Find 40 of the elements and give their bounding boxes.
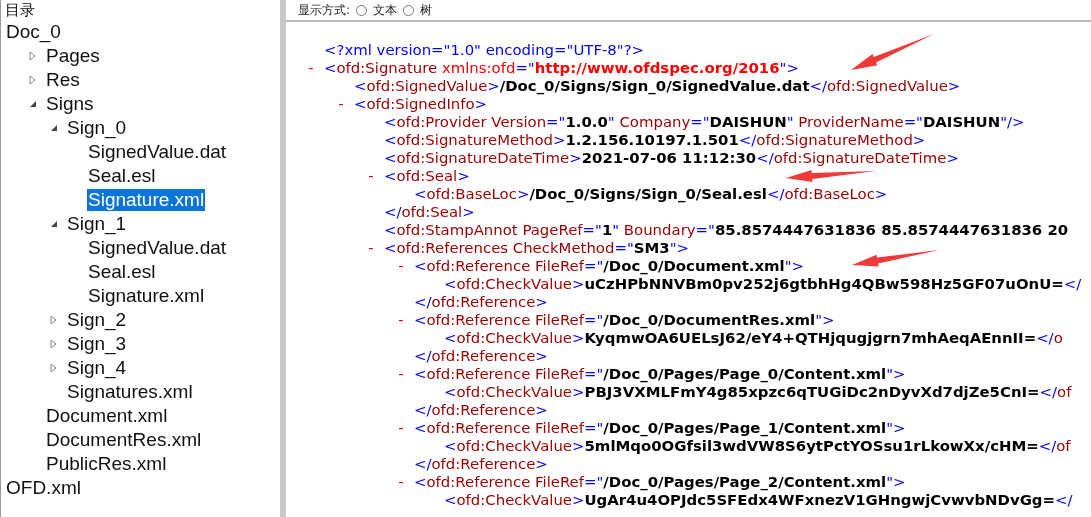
tree-item[interactable]: Sign_4 bbox=[66, 357, 128, 379]
collapse-toggle[interactable]: - bbox=[388, 416, 414, 440]
panel-title: 目录 bbox=[5, 0, 36, 20]
xml-line: <ofd:CheckValue>UgAr4u4OPJdc5SFEdx4WFxnezV1GHngwjCvwvbNDvGg=</ bbox=[444, 490, 1073, 511]
tree-item[interactable]: Signatures.xml bbox=[66, 381, 194, 403]
tree-item[interactable]: Document.xml bbox=[45, 405, 169, 427]
collapse-toggle[interactable]: - bbox=[358, 236, 384, 260]
xml-line: <?xml version="1.0" encoding="UTF-8"?> bbox=[324, 39, 645, 61]
tree-item[interactable]: Res bbox=[45, 69, 81, 91]
xml-line: <ofd:Signature xmlns:ofd="http://www.ofdspec.org/2016"> bbox=[324, 58, 799, 79]
tree-item[interactable]: DocumentRes.xml bbox=[45, 429, 203, 451]
radio-label[interactable]: 文本 bbox=[373, 1, 398, 19]
tree-item[interactable]: Seal.esl bbox=[87, 261, 157, 283]
xml-line: <ofd:SignedValue>/Doc_0/Signs/Sign_0/SignedValue.dat</ofd:SignedValue> bbox=[354, 76, 961, 97]
radio-label[interactable]: 树 bbox=[420, 1, 433, 19]
tree-item[interactable]: Pages bbox=[45, 45, 101, 67]
collapse-toggle[interactable]: - bbox=[298, 56, 324, 80]
tree-item[interactable]: Sign_2 bbox=[66, 309, 128, 331]
tree-item[interactable]: SignedValue.dat bbox=[87, 141, 228, 163]
view-mode-label: 显示方式: bbox=[298, 2, 351, 19]
tree-item[interactable]: Doc_0 bbox=[5, 21, 62, 43]
tree-item[interactable]: Seal.esl bbox=[87, 165, 157, 187]
tree-item[interactable]: Signs bbox=[45, 93, 95, 115]
collapse-toggle[interactable]: - bbox=[388, 308, 414, 332]
xml-line: <ofd:SignatureMethod>1.2.156.10197.1.501</ofd:SignatureMethod> bbox=[384, 130, 926, 151]
collapse-toggle[interactable]: - bbox=[388, 362, 414, 386]
collapse-toggle[interactable]: - bbox=[388, 470, 414, 494]
tree-item[interactable]: Sign_3 bbox=[66, 333, 128, 355]
tree-item[interactable]: Sign_1 bbox=[66, 213, 128, 235]
collapse-toggle[interactable]: - bbox=[328, 92, 354, 116]
tree-item[interactable]: Signature.xml bbox=[87, 189, 206, 211]
xml-line: <ofd:Provider Version="1.0.0" Company="DAISHUN" ProviderName="DAISHUN"/> bbox=[384, 112, 1025, 133]
tree-item[interactable]: SignedValue.dat bbox=[87, 237, 228, 259]
xml-line: <ofd:SignatureDateTime>2021-07-06 11:12:30</ofd:SignatureDateTime> bbox=[384, 148, 959, 169]
tree-item[interactable]: OFD.xml bbox=[5, 477, 82, 499]
xml-line: <ofd:SignedInfo> bbox=[354, 94, 488, 115]
tree-item[interactable]: Signature.xml bbox=[87, 285, 206, 307]
tree-item[interactable]: PublicRes.xml bbox=[45, 453, 168, 475]
tree-item[interactable]: Sign_0 bbox=[66, 117, 128, 139]
collapse-toggle[interactable]: - bbox=[358, 164, 384, 188]
